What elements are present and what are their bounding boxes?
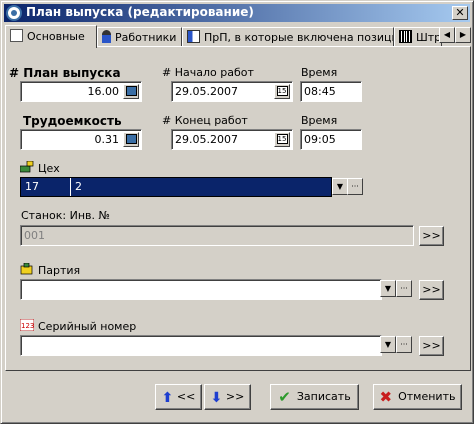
previous-record-button[interactable]: ⬆ << [155,384,202,410]
calculator-button[interactable] [123,84,139,99]
tab-production-plans[interactable]: ПрП, в которые включена позиция [182,27,394,47]
end-time-label: Время [301,114,338,127]
tab-scroll-right-button[interactable]: ▶ [455,27,471,43]
calculator-icon [125,86,137,96]
tab-main-label: Основные [27,30,85,43]
batch-nav-button[interactable]: >> [419,280,444,300]
labor-field[interactable]: 0.31 [20,129,142,150]
save-button[interactable]: ✔ Записать [270,384,359,410]
plan-value: 16.00 [87,85,120,98]
tab-strip: Основные Работники ПрП, в которые включе… [5,25,471,48]
machine-value: 001 [24,229,45,242]
end-time-value: 09:05 [304,133,336,146]
shop-code: 17 [23,178,71,196]
end-calendar-button[interactable]: 15 [274,132,290,147]
plan-label: # План выпуска [9,66,121,80]
batch-icon [20,263,33,275]
save-label: Записать [296,390,351,403]
person-icon [102,30,111,43]
close-button[interactable]: ✕ [452,6,468,20]
arrow-down-icon: ⬇ [210,390,223,406]
start-calendar-button[interactable]: 15 [274,84,290,99]
labor-label: Трудоемкость [23,114,122,128]
labor-value: 0.31 [94,133,120,146]
end-date-field[interactable]: 29.05.2007 15 [171,129,293,150]
machine-field[interactable]: 001 [20,225,414,246]
start-time-field[interactable]: 08:45 [300,81,362,102]
arrow-up-icon: ⬆ [161,390,174,406]
button-bar: ⬆ << ⬇ >> ✔ Записать ✖ Отменить [5,375,471,421]
serial-nav-button[interactable]: >> [419,336,444,356]
start-date-field[interactable]: 29.05.2007 15 [171,81,293,102]
tree-icon [187,30,200,43]
title-bar[interactable]: План выпуска (редактирование) ✕ [4,4,470,22]
serial-number-icon: 123 [20,319,34,331]
calendar-icon: 15 [276,86,288,96]
tab-scroll-left-button[interactable]: ◀ [439,27,455,43]
document-icon [10,29,23,42]
checkmark-icon: ✔ [278,388,291,406]
end-time-field[interactable]: 09:05 [300,129,362,150]
shop-label: Цех [38,162,60,175]
shop-select[interactable]: 17 2 [20,177,332,197]
machine-label: Станок: Инв. № [21,209,110,222]
batch-dropdown-button[interactable]: ▼ [380,280,396,297]
next-record-button[interactable]: ⬇ >> [204,384,251,410]
tab-main[interactable]: Основные [5,25,97,48]
tab-barcode-label: Штр [416,31,442,44]
dialog-window: План выпуска (редактирование) ✕ Основные… [0,0,474,424]
previous-label: << [176,390,196,403]
next-label: >> [225,390,245,403]
shop-name: 2 [75,180,82,193]
barcode-icon [399,30,412,43]
serial-dropdown-button[interactable]: ▼ [380,336,396,353]
plan-field[interactable]: 16.00 [20,81,142,102]
tab-workers[interactable]: Работники [97,27,182,47]
batch-field[interactable] [20,279,382,300]
tab-panel-main: # План выпуска 16.00 # Начало работ 29.0… [5,46,471,371]
start-time-value: 08:45 [304,85,336,98]
serial-field[interactable] [20,335,382,356]
window-title: План выпуска (редактирование) [26,5,254,19]
workshop-icon [20,161,34,173]
end-label: # Конец работ [162,114,248,127]
start-time-label: Время [301,66,338,79]
cancel-button[interactable]: ✖ Отменить [373,384,462,410]
cancel-label: Отменить [398,390,456,403]
tab-barcode[interactable]: Штр [394,27,442,47]
app-icon [6,5,22,21]
machine-nav-button[interactable]: >> [419,226,444,246]
serial-more-button[interactable]: ··· [396,336,412,353]
shop-dropdown-button[interactable]: ▼ [332,178,348,195]
shop-more-button[interactable]: ··· [347,178,363,195]
tab-production-plans-label: ПрП, в которые включена позиция [204,31,394,44]
labor-calculator-button[interactable] [123,132,139,147]
svg-text:123: 123 [21,322,34,330]
batch-label: Партия [38,264,81,277]
calendar-icon: 15 [276,134,288,144]
calculator-icon [125,134,137,144]
cross-icon: ✖ [379,388,393,406]
tab-workers-label: Работники [115,31,177,44]
batch-more-button[interactable]: ··· [396,280,412,297]
serial-label: Серийный номер [38,320,137,333]
start-label: # Начало работ [162,66,254,79]
start-date-value: 29.05.2007 [175,85,238,98]
end-date-value: 29.05.2007 [175,133,238,146]
